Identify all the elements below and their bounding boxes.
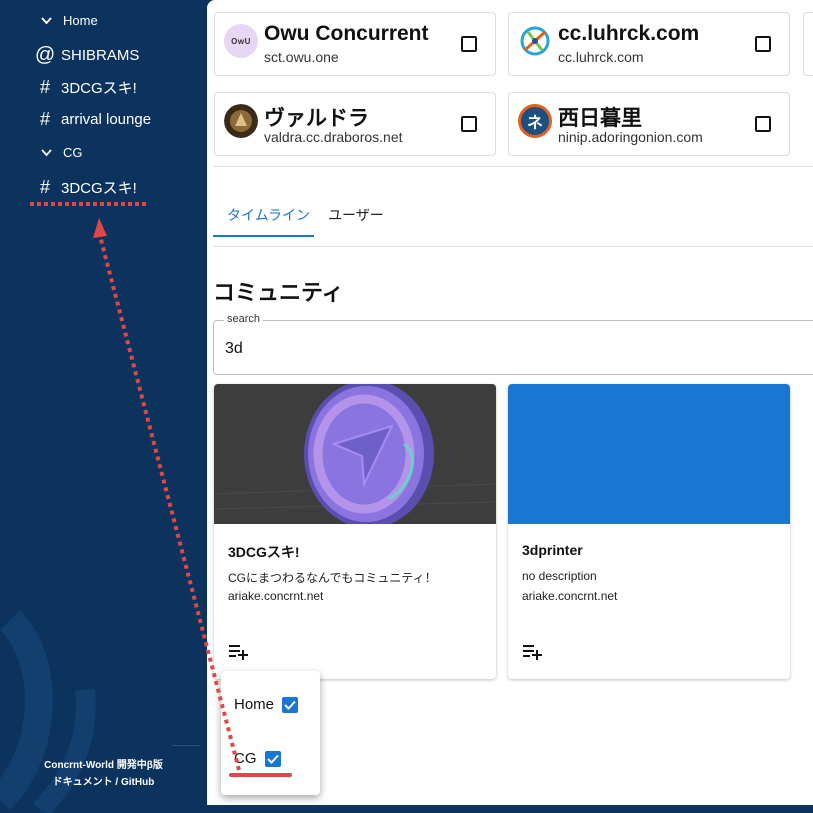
sidebar-item-shibrams[interactable]: @ SHIBRAMS (34, 44, 140, 67)
community-card[interactable]: 3dprinter no description ariake.concrnt.… (508, 384, 790, 679)
hash-icon: # (39, 77, 50, 97)
avatar-text: OwU (231, 36, 251, 46)
sidebar-divider (172, 745, 200, 746)
timeline-select-popup: Home CG (221, 671, 320, 795)
stream-host: ninip.adoringonion.com (558, 129, 703, 145)
playlist-add-icon[interactable] (522, 642, 544, 662)
search-label: search (224, 313, 264, 325)
tab-indicator (213, 235, 314, 237)
sidebar-group-cg[interactable]: CG (38, 145, 83, 160)
divider (213, 246, 813, 247)
section-heading: コミュニティ (213, 280, 344, 305)
stream-avatar (224, 104, 258, 138)
community-host: ariake.concrnt.net (228, 589, 324, 603)
popup-option-cg[interactable]: CG (234, 750, 281, 767)
sidebar-item-label: 3DCGスキ! (61, 180, 137, 197)
popup-option-home[interactable]: Home (234, 696, 299, 713)
hash-icon: # (39, 177, 50, 197)
sidebar-item-label: arrival lounge (61, 111, 152, 128)
stream-avatar: OwU (224, 24, 258, 58)
sidebar-item-label: 3DCGスキ! (61, 80, 137, 97)
stream-card[interactable]: ヴァルドラ valdra.cc.draboros.net (214, 92, 496, 156)
stream-host: sct.owu.one (264, 49, 339, 65)
sidebar-item-3dcg-cg[interactable]: # 3DCGスキ! (36, 177, 137, 198)
sidebar-item-3dcg[interactable]: # 3DCGスキ! (36, 77, 137, 98)
sidebar-group-label: CG (63, 145, 83, 160)
stream-name: cc.luhrck.com (558, 22, 700, 45)
community-banner (508, 384, 790, 524)
community-banner-image (214, 384, 496, 524)
chevron-down-icon (38, 148, 54, 157)
community-description: CGにまつわるなんでもコミュニティ！ (228, 571, 437, 585)
hash-icon: # (39, 109, 50, 129)
sidebar-item-arrival-lounge[interactable]: # arrival lounge (36, 109, 151, 130)
stream-checkbox[interactable] (461, 36, 477, 52)
sidebar-group-home[interactable]: Home (38, 13, 98, 28)
stream-card-partial[interactable] (803, 12, 813, 76)
divider (213, 166, 813, 167)
sidebar-item-label: SHIBRAMS (61, 47, 140, 64)
stream-avatar: ネ (518, 104, 552, 138)
stream-host: cc.luhrck.com (558, 49, 644, 65)
community-description: no description (522, 569, 597, 583)
app-version: Concrnt-World 開発中β版 (44, 760, 163, 771)
stream-name: Owu Concurrent (264, 22, 429, 45)
sidebar-group-label: Home (63, 13, 98, 28)
playlist-add-icon[interactable] (228, 642, 250, 662)
search-value: 3d (225, 340, 243, 357)
sidebar: Home @ SHIBRAMS # 3DCGスキ! # arrival loun… (0, 0, 207, 813)
at-icon: @ (34, 44, 56, 66)
popup-option-label: CG (234, 750, 257, 767)
checkbox-checked-icon[interactable] (264, 750, 281, 767)
tab-timeline[interactable]: タイムライン (227, 205, 310, 225)
community-card[interactable]: 3DCGスキ! CGにまつわるなんでもコミュニティ！ ariake.concrn… (214, 384, 496, 679)
stream-host: valdra.cc.draboros.net (264, 129, 403, 145)
stream-name: ヴァルドラ (264, 107, 369, 130)
stream-checkbox[interactable] (755, 116, 771, 132)
stream-checkbox[interactable] (461, 116, 477, 132)
stream-avatar (518, 24, 552, 58)
community-host: ariake.concrnt.net (522, 589, 618, 603)
stream-name: 西日暮里 (558, 107, 642, 130)
stream-card[interactable]: cc.luhrck.com cc.luhrck.com (508, 12, 790, 76)
community-name: 3dprinter (522, 542, 583, 558)
footer-links[interactable]: ドキュメント / GitHub (0, 773, 207, 788)
chevron-down-icon (38, 16, 54, 25)
stream-card[interactable]: OwU Owu Concurrent sct.owu.one (214, 12, 496, 76)
avatar-text: ネ (526, 115, 543, 132)
stream-checkbox[interactable] (755, 36, 771, 52)
search-input[interactable] (213, 320, 813, 375)
stream-card[interactable]: ネ 西日暮里 ninip.adoringonion.com (508, 92, 790, 156)
popup-option-label: Home (234, 696, 275, 713)
community-name: 3DCGスキ! (228, 544, 300, 560)
checkbox-checked-icon[interactable] (282, 696, 299, 713)
tab-users[interactable]: ユーザー (328, 205, 384, 225)
